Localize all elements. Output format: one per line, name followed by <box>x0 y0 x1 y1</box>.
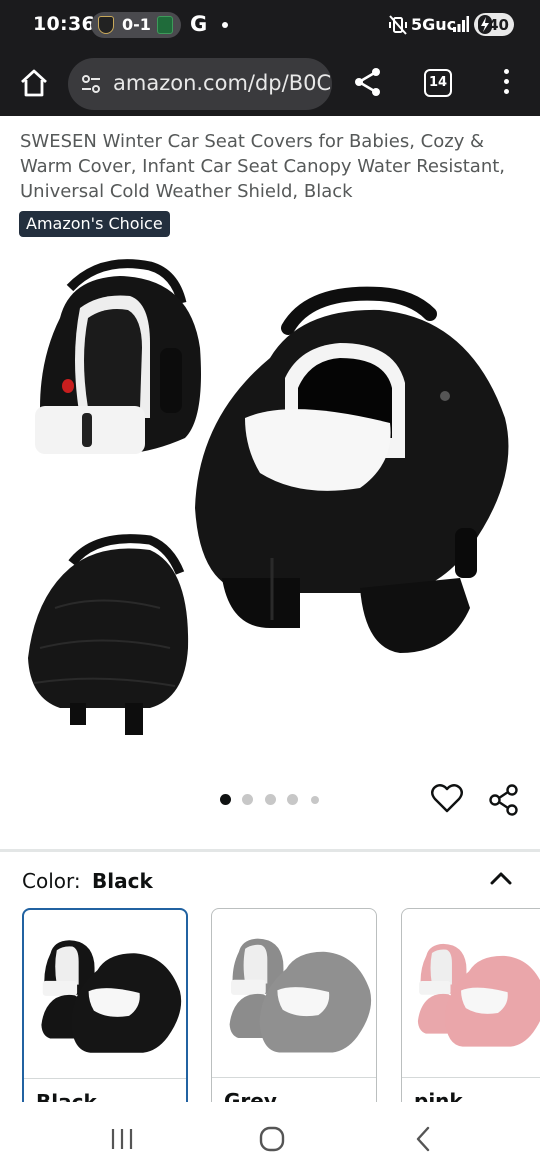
share-icon[interactable] <box>487 783 521 817</box>
carousel-dot[interactable] <box>242 794 253 805</box>
color-label: Color: <box>22 869 81 893</box>
swatch-separator <box>402 1077 540 1078</box>
color-selected-value: Black <box>92 869 153 893</box>
status-bar: 10:36 0-1 G 5Guc 40 <box>0 0 540 52</box>
url-text[interactable]: amazon.com/dp/B0C <box>113 71 331 95</box>
lafc-logo-icon <box>98 16 114 34</box>
status-time: 10:36 <box>33 13 95 35</box>
url-bar[interactable]: amazon.com/dp/B0C <box>68 58 332 110</box>
heart-icon[interactable] <box>430 783 464 815</box>
grey-variant-image <box>229 938 372 1053</box>
live-score-pill[interactable]: 0-1 <box>91 12 181 38</box>
image-carousel-dots[interactable] <box>218 794 328 806</box>
share-icon[interactable] <box>352 66 384 98</box>
austin-fc-logo-icon <box>157 16 173 34</box>
signal-icon <box>453 16 469 32</box>
site-settings-icon[interactable] <box>81 74 101 94</box>
browser-toolbar: amazon.com/dp/B0C 14 <box>0 52 540 116</box>
carousel-dot[interactable] <box>311 796 319 804</box>
vibrate-mute-icon <box>389 15 407 35</box>
network-type: 5Guc <box>411 15 457 34</box>
seat-thumbnail-open-canopy <box>35 259 201 454</box>
product-title[interactable]: SWESEN Winter Car Seat Covers for Babies… <box>20 129 525 204</box>
pink-variant-image <box>417 943 540 1047</box>
overflow-menu-icon[interactable] <box>494 66 518 100</box>
carousel-dot[interactable] <box>265 794 276 805</box>
seat-main-view <box>195 286 509 653</box>
swatch-separator <box>24 1078 186 1079</box>
system-nav-bar <box>0 1104 540 1170</box>
live-score: 0-1 <box>122 15 151 34</box>
amazons-choice-badge[interactable]: Amazon's Choice <box>19 211 170 237</box>
recents-icon[interactable] <box>110 1128 134 1150</box>
google-icon: G <box>190 12 208 36</box>
battery-saver-icon <box>478 15 492 34</box>
home-icon[interactable] <box>17 66 51 100</box>
home-nav-icon[interactable] <box>259 1126 285 1152</box>
black-variant-image <box>41 940 182 1053</box>
section-divider <box>0 849 540 852</box>
product-image[interactable] <box>0 248 540 768</box>
carousel-dot[interactable] <box>287 794 298 805</box>
swatch-separator <box>212 1077 376 1078</box>
back-icon[interactable] <box>412 1125 434 1153</box>
seat-thumbnail-closed-canopy <box>28 534 189 735</box>
chevron-up-icon[interactable] <box>486 864 516 894</box>
carousel-dot-active[interactable] <box>220 794 231 805</box>
notification-dot-icon <box>222 22 228 28</box>
tabs-icon[interactable]: 14 <box>424 69 452 97</box>
